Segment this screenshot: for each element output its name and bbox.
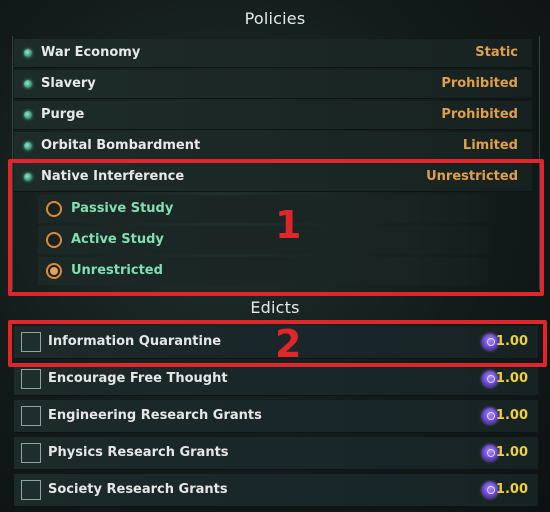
edicts-title: Edicts: [250, 298, 300, 317]
edict-checkbox[interactable]: [21, 369, 41, 389]
policy-status: Prohibited: [441, 76, 518, 91]
annotation-number-2: 2: [275, 322, 302, 366]
policy-bullet-icon: [24, 111, 32, 119]
policy-bullet-icon: [24, 80, 32, 88]
policy-row-orbital-bombardment[interactable]: Orbital Bombardment Limited: [14, 132, 532, 161]
policy-name: War Economy: [41, 45, 141, 60]
edict-row-physics-research-grants[interactable]: Physics Research Grants 1.00: [14, 437, 538, 470]
edict-name: Society Research Grants: [48, 482, 228, 497]
edict-row-society-research-grants[interactable]: Society Research Grants 1.00: [14, 474, 538, 507]
policy-status: Static: [475, 45, 518, 60]
policy-row-war-economy[interactable]: War Economy Static: [14, 39, 532, 68]
edict-checkbox[interactable]: [21, 480, 41, 500]
edict-cost: 1.00: [495, 445, 528, 460]
policy-status: Limited: [462, 138, 518, 153]
edict-row-encourage-free-thought[interactable]: Encourage Free Thought 1.00: [14, 363, 538, 396]
edict-name: Encourage Free Thought: [48, 371, 228, 386]
policy-status: Prohibited: [441, 107, 518, 122]
edict-name: Physics Research Grants: [48, 445, 229, 460]
edict-cost: 1.00: [495, 371, 528, 386]
policy-bullet-icon: [24, 142, 32, 150]
edict-checkbox[interactable]: [21, 443, 41, 463]
policy-name: Purge: [41, 107, 85, 122]
policy-name: Slavery: [41, 76, 96, 91]
policy-row-purge[interactable]: Purge Prohibited: [14, 101, 532, 130]
policy-name: Orbital Bombardment: [41, 138, 201, 153]
edict-row-engineering-research-grants[interactable]: Engineering Research Grants 1.00: [14, 400, 538, 433]
policies-title: Policies: [244, 9, 306, 28]
policy-row-slavery[interactable]: Slavery Prohibited: [14, 70, 532, 99]
policy-bullet-icon: [24, 49, 32, 57]
edict-cost: 1.00: [495, 408, 528, 423]
edict-checkbox[interactable]: [21, 406, 41, 426]
edict-name: Engineering Research Grants: [48, 408, 262, 423]
edict-cost: 1.00: [495, 482, 528, 497]
annotation-number-1: 1: [275, 203, 302, 247]
